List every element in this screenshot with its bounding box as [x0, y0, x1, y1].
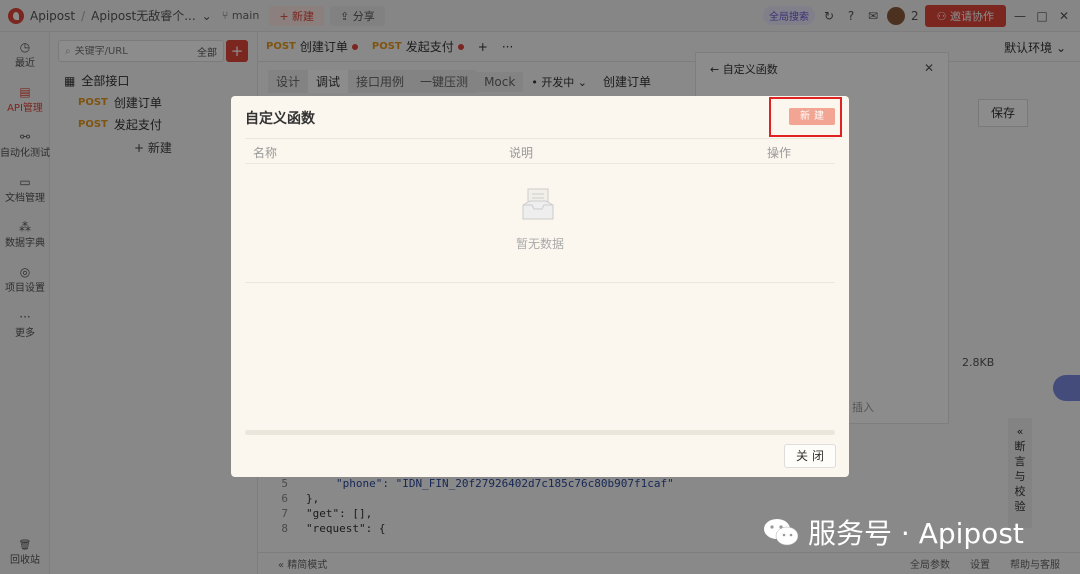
close-button[interactable]: 关闭 [784, 444, 836, 468]
wechat-icon [764, 519, 799, 546]
empty-inbox-icon [522, 188, 554, 220]
empty-text: 暂无数据 [515, 237, 564, 251]
dialog-title: 自定义函数 [245, 111, 315, 127]
column-description: 说明 [509, 146, 534, 160]
watermark-text: 服务号 · Apipost [808, 517, 1024, 550]
function-table: 名称 说明 操作 暂无数据 [245, 138, 835, 283]
new-function-button[interactable]: 新建 [789, 108, 835, 125]
custom-function-dialog: 自定义函数 新建 名称 说明 操作 暂无数据 关闭 [231, 96, 849, 477]
table-header: 名称 说明 操作 [245, 139, 835, 164]
watermark: 服务号 · Apipost [762, 512, 1024, 552]
column-name: 名称 [253, 146, 278, 160]
horizontal-scrollbar[interactable] [245, 430, 835, 435]
empty-state: 暂无数据 [245, 165, 835, 283]
column-actions: 操作 [767, 146, 792, 160]
